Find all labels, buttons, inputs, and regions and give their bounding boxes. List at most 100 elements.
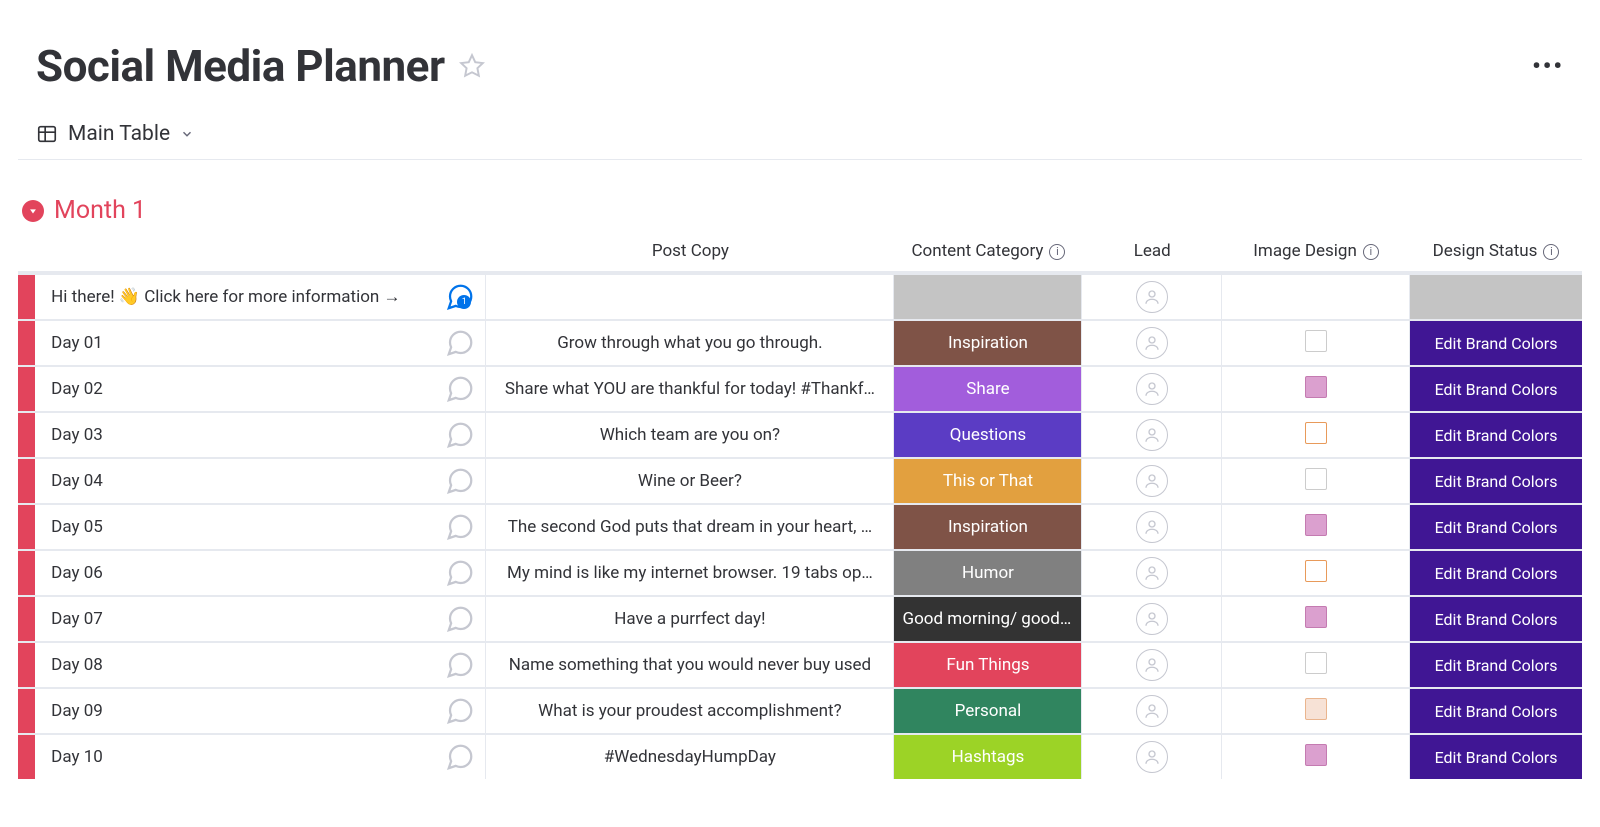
lead-cell[interactable] bbox=[1082, 457, 1222, 503]
thumbnail[interactable] bbox=[1305, 744, 1327, 766]
chat-icon[interactable] bbox=[445, 742, 475, 772]
chat-icon[interactable] bbox=[445, 558, 475, 588]
table-row[interactable]: Day 05The second God puts that dream in … bbox=[18, 503, 1582, 549]
category-cell[interactable]: Inspiration bbox=[894, 319, 1082, 365]
item-name-cell[interactable]: Day 04 bbox=[35, 457, 486, 503]
thumbnail[interactable] bbox=[1305, 422, 1327, 444]
image-design-cell[interactable] bbox=[1222, 365, 1410, 411]
thumbnail[interactable] bbox=[1305, 698, 1327, 720]
main-table-view-tab[interactable]: Main Table bbox=[36, 122, 194, 146]
person-icon[interactable] bbox=[1136, 603, 1168, 635]
person-icon[interactable] bbox=[1136, 649, 1168, 681]
table-row[interactable]: Day 08Name something that you would neve… bbox=[18, 641, 1582, 687]
table-row[interactable]: Day 10#WednesdayHumpDayHashtags Edit Bran… bbox=[18, 733, 1582, 779]
lead-cell[interactable] bbox=[1082, 687, 1222, 733]
category-cell[interactable]: Personal bbox=[894, 687, 1082, 733]
post-copy-cell[interactable]: Share what YOU are thankful for today! #… bbox=[486, 365, 894, 411]
image-design-cell[interactable] bbox=[1222, 503, 1410, 549]
chat-icon[interactable] bbox=[445, 696, 475, 726]
image-design-cell[interactable] bbox=[1222, 733, 1410, 779]
category-cell[interactable]: Hashtags bbox=[894, 733, 1082, 779]
thumbnail[interactable] bbox=[1305, 514, 1327, 536]
image-design-cell[interactable] bbox=[1222, 319, 1410, 365]
post-copy-cell[interactable]: Grow through what you go through. bbox=[486, 319, 894, 365]
category-cell[interactable] bbox=[894, 273, 1082, 319]
table-row[interactable]: Hi there! 👋 Click here for more informat… bbox=[18, 273, 1582, 319]
image-design-cell[interactable] bbox=[1222, 273, 1410, 319]
category-cell[interactable]: Good morning/ good … bbox=[894, 595, 1082, 641]
design-status-cell[interactable]: Edit Brand Colors bbox=[1410, 641, 1582, 687]
category-cell[interactable]: Share bbox=[894, 365, 1082, 411]
thumbnail[interactable] bbox=[1305, 468, 1327, 490]
post-copy-cell[interactable]: Which team are you on? bbox=[486, 411, 894, 457]
lead-cell[interactable] bbox=[1082, 503, 1222, 549]
thumbnail[interactable] bbox=[1305, 606, 1327, 628]
person-icon[interactable] bbox=[1136, 511, 1168, 543]
lead-cell[interactable] bbox=[1082, 411, 1222, 457]
table-row[interactable]: Day 09What is your proudest accomplishme… bbox=[18, 687, 1582, 733]
design-status-cell[interactable]: Edit Brand Colors bbox=[1410, 411, 1582, 457]
col-lead[interactable]: Lead bbox=[1082, 231, 1222, 273]
table-row[interactable]: Day 03Which team are you on?Questions Edi… bbox=[18, 411, 1582, 457]
category-cell[interactable]: Inspiration bbox=[894, 503, 1082, 549]
chat-icon[interactable] bbox=[445, 466, 475, 496]
post-copy-cell[interactable] bbox=[486, 273, 894, 319]
post-copy-cell[interactable]: The second God puts that dream in your h… bbox=[486, 503, 894, 549]
item-name-cell[interactable]: Day 06 bbox=[35, 549, 486, 595]
col-content-category[interactable]: Content Categoryi bbox=[894, 231, 1082, 273]
thumbnail[interactable] bbox=[1305, 376, 1327, 398]
person-icon[interactable] bbox=[1136, 741, 1168, 773]
item-name-cell[interactable]: Day 02 bbox=[35, 365, 486, 411]
image-design-cell[interactable] bbox=[1222, 641, 1410, 687]
table-row[interactable]: Day 02Share what YOU are thankful for to… bbox=[18, 365, 1582, 411]
lead-cell[interactable] bbox=[1082, 319, 1222, 365]
lead-cell[interactable] bbox=[1082, 549, 1222, 595]
favorite-star-icon[interactable] bbox=[459, 53, 485, 79]
lead-cell[interactable] bbox=[1082, 641, 1222, 687]
item-name-cell[interactable]: Day 09 bbox=[35, 687, 486, 733]
person-icon[interactable] bbox=[1136, 465, 1168, 497]
chat-icon[interactable] bbox=[445, 512, 475, 542]
post-copy-cell[interactable]: Name something that you would never buy … bbox=[486, 641, 894, 687]
col-post-copy[interactable]: Post Copy bbox=[486, 231, 894, 273]
group-collapse-toggle[interactable] bbox=[22, 200, 44, 222]
design-status-cell[interactable]: Edit Brand Colors bbox=[1410, 687, 1582, 733]
item-name-cell[interactable]: Day 01 bbox=[35, 319, 486, 365]
lead-cell[interactable] bbox=[1082, 273, 1222, 319]
item-name-cell[interactable]: Day 10 bbox=[35, 733, 486, 779]
more-menu-icon[interactable]: ••• bbox=[1532, 52, 1564, 80]
image-design-cell[interactable] bbox=[1222, 457, 1410, 503]
person-icon[interactable] bbox=[1136, 557, 1168, 589]
table-row[interactable]: Day 04Wine or Beer?This or ThatEdit Bran… bbox=[18, 457, 1582, 503]
group-title[interactable]: Month 1 bbox=[54, 196, 146, 225]
item-name-cell[interactable]: Day 03 bbox=[35, 411, 486, 457]
table-row[interactable]: Day 01Grow through what you go through.I… bbox=[18, 319, 1582, 365]
lead-cell[interactable] bbox=[1082, 733, 1222, 779]
post-copy-cell[interactable]: #WednesdayHumpDay bbox=[486, 733, 894, 779]
item-name-cell[interactable]: Hi there! 👋 Click here for more informat… bbox=[35, 273, 486, 319]
post-copy-cell[interactable]: What is your proudest accomplishment? bbox=[486, 687, 894, 733]
person-icon[interactable] bbox=[1136, 419, 1168, 451]
post-copy-cell[interactable]: Wine or Beer? bbox=[486, 457, 894, 503]
info-icon[interactable]: i bbox=[1049, 244, 1065, 260]
post-copy-cell[interactable]: Have a purrfect day! bbox=[486, 595, 894, 641]
category-cell[interactable]: Questions bbox=[894, 411, 1082, 457]
lead-cell[interactable] bbox=[1082, 365, 1222, 411]
person-icon[interactable] bbox=[1136, 373, 1168, 405]
item-name-cell[interactable]: Day 08 bbox=[35, 641, 486, 687]
design-status-cell[interactable]: Edit Brand Colors bbox=[1410, 733, 1582, 779]
category-cell[interactable]: Humor bbox=[894, 549, 1082, 595]
person-icon[interactable] bbox=[1136, 695, 1168, 727]
image-design-cell[interactable] bbox=[1222, 549, 1410, 595]
design-status-cell[interactable]: Edit Brand Colors bbox=[1410, 595, 1582, 641]
chat-icon[interactable] bbox=[445, 604, 475, 634]
person-icon[interactable] bbox=[1136, 281, 1168, 313]
col-design-status[interactable]: Design Statusi bbox=[1410, 231, 1582, 273]
image-design-cell[interactable] bbox=[1222, 595, 1410, 641]
table-row[interactable]: Day 06My mind is like my internet browse… bbox=[18, 549, 1582, 595]
item-name-cell[interactable]: Day 05 bbox=[35, 503, 486, 549]
chat-icon[interactable] bbox=[445, 650, 475, 680]
design-status-cell[interactable]: Edit Brand Colors bbox=[1410, 319, 1582, 365]
thumbnail[interactable] bbox=[1305, 330, 1327, 352]
col-image-design[interactable]: Image Designi bbox=[1222, 231, 1410, 273]
